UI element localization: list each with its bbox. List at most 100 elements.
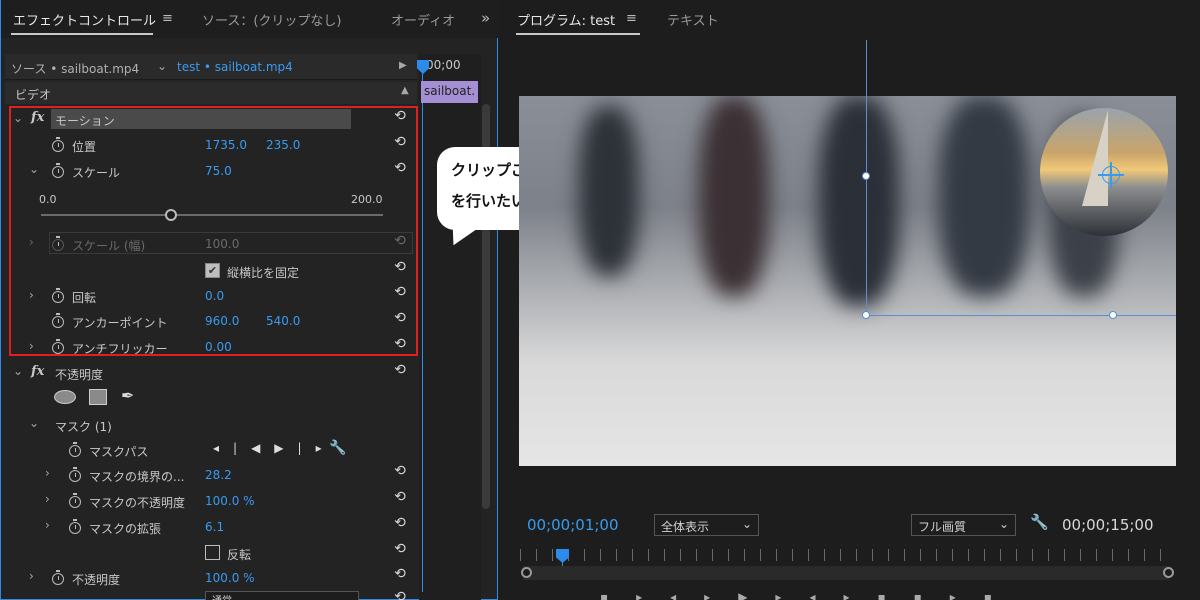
reset-icon[interactable]: ⟲ <box>391 310 409 326</box>
sequence-clip-label[interactable]: test • sailboat.mp4 <box>177 60 293 74</box>
zoom-scroll-bar[interactable] <box>523 566 1169 580</box>
anchor-crosshair-icon[interactable] <box>1098 162 1124 188</box>
transform-handle[interactable] <box>862 172 870 180</box>
wrench-icon[interactable]: 🔧 <box>1030 513 1049 531</box>
stopwatch-icon[interactable] <box>69 442 81 457</box>
antiflicker-expand-chevron-icon[interactable]: › <box>29 339 34 353</box>
panel-menu-icon[interactable]: ≡ <box>162 11 173 26</box>
play-only-clip-icon[interactable]: ▶ <box>399 60 407 71</box>
zoom-handle-right[interactable] <box>1163 567 1174 578</box>
stopwatch-icon[interactable] <box>52 163 64 178</box>
reset-icon[interactable]: ⟲ <box>391 134 409 150</box>
opacity-value[interactable]: 100.0 % <box>205 571 255 585</box>
mask-opacity-expand-chevron-icon[interactable]: › <box>45 492 50 506</box>
transform-handle[interactable] <box>1109 311 1117 319</box>
reset-icon[interactable]: ⟲ <box>391 489 409 505</box>
reset-icon[interactable]: ⟲ <box>391 515 409 531</box>
scale-label: スケール <box>72 166 121 180</box>
clip-chip[interactable]: sailboat. <box>421 81 478 103</box>
chevron-down-icon[interactable]: ⌄ <box>157 59 167 73</box>
stopwatch-icon[interactable] <box>69 467 81 482</box>
ellipse-mask-icon[interactable] <box>54 390 76 404</box>
time-ruler[interactable] <box>520 549 1170 561</box>
stopwatch-icon[interactable] <box>52 137 64 152</box>
inverted-checkbox[interactable] <box>205 545 220 560</box>
mask-feather-value[interactable]: 28.2 <box>205 468 232 482</box>
tab-program[interactable]: プログラム: test <box>517 10 615 29</box>
reset-icon[interactable]: ⟲ <box>391 336 409 352</box>
blurred-figure <box>819 96 899 306</box>
rectangle-mask-icon[interactable] <box>89 389 107 405</box>
reset-icon[interactable]: ⟲ <box>391 284 409 300</box>
antiflicker-label: アンチフリッカー <box>72 342 168 356</box>
mask-opacity-value[interactable]: 100.0 % <box>205 494 255 508</box>
chevron-down-icon: ⌄ <box>741 517 752 531</box>
position-x-value[interactable]: 1735.0 <box>205 138 247 152</box>
tab-effect-controls[interactable]: エフェクトコントロール <box>13 10 156 29</box>
mask-expansion-label: マスクの拡張 <box>89 522 162 536</box>
tab-source[interactable]: ソース：(クリップなし) <box>202 10 342 29</box>
bounding-box-bottom[interactable] <box>866 315 1176 316</box>
mask-track-controls[interactable]: ◂|◀▶|▸ <box>213 441 336 455</box>
quality-dropdown[interactable]: フル画質 ⌄ <box>911 514 1016 536</box>
anchor-y-value[interactable]: 540.0 <box>266 314 300 328</box>
antiflicker-value[interactable]: 0.00 <box>205 340 232 354</box>
reset-icon[interactable]: ⟲ <box>391 160 409 176</box>
reset-icon[interactable]: ⟲ <box>391 463 409 479</box>
reset-icon[interactable]: ⟲ <box>391 259 409 275</box>
stopwatch-icon[interactable] <box>52 570 64 585</box>
transport-controls[interactable]: ▪▸◂▸▶▸◂▸▪▪▸▪ <box>600 590 1160 600</box>
reset-icon[interactable]: ⟲ <box>391 108 409 124</box>
mask-expansion-value[interactable]: 6.1 <box>205 520 224 534</box>
stopwatch-icon[interactable] <box>52 339 64 354</box>
stopwatch-icon[interactable] <box>52 288 64 303</box>
rotation-value[interactable]: 0.0 <box>205 289 224 303</box>
reset-icon: ⟲ <box>394 233 406 249</box>
blend-mode-dropdown[interactable]: 通常 <box>205 591 359 600</box>
mask-expansion-expand-chevron-icon[interactable]: › <box>45 518 50 532</box>
wrench-icon[interactable]: 🔧 <box>329 440 346 456</box>
fx-icon[interactable]: fx <box>31 110 44 125</box>
motion-label: モーション <box>55 114 115 128</box>
scale-slider-track[interactable] <box>41 214 383 216</box>
motion-expand-chevron-icon[interactable]: ⌄ <box>13 111 23 125</box>
collapse-up-icon[interactable]: ▲ <box>401 85 409 96</box>
scale-value[interactable]: 75.0 <box>205 164 232 178</box>
scale-expand-chevron-icon[interactable]: ⌄ <box>29 162 39 176</box>
opacity-expand-chevron-icon[interactable]: ⌄ <box>13 364 23 378</box>
scale-width-expand-chevron-icon[interactable]: › <box>29 235 34 249</box>
opacity-value-expand-chevron-icon[interactable]: › <box>29 569 34 583</box>
mask-feather-expand-chevron-icon[interactable]: › <box>45 466 50 480</box>
anchor-point-label: アンカーポイント <box>72 316 168 330</box>
fx-icon[interactable]: fx <box>31 364 44 379</box>
program-menu-icon[interactable]: ≡ <box>626 11 637 26</box>
panel-overflow-icon[interactable]: » <box>481 9 490 27</box>
opacity-effect-label: 不透明度 <box>55 368 104 382</box>
position-y-value[interactable]: 235.0 <box>266 138 300 152</box>
anchor-x-value[interactable]: 960.0 <box>205 314 239 328</box>
transform-handle[interactable] <box>862 311 870 319</box>
uniform-scale-checkbox[interactable]: ✔ <box>205 263 220 278</box>
stopwatch-icon[interactable] <box>52 313 64 328</box>
zoom-handle-left[interactable] <box>521 567 532 578</box>
effect-timeline[interactable] <box>419 54 481 600</box>
reset-icon[interactable]: ⟲ <box>391 362 409 378</box>
pen-mask-icon[interactable]: ✒ <box>121 386 134 405</box>
fit-dropdown[interactable]: 全体表示 ⌄ <box>654 514 759 536</box>
tab-text[interactable]: テキスト <box>667 10 719 29</box>
reset-icon[interactable]: ⟲ <box>391 541 409 557</box>
current-timecode[interactable]: 00;00;01;00 <box>527 516 619 534</box>
stopwatch-icon[interactable] <box>69 493 81 508</box>
video-section-label: ビデオ <box>15 88 52 102</box>
scale-width-label: スケール (幅) <box>72 239 146 253</box>
stopwatch-icon[interactable] <box>69 519 81 534</box>
rotation-expand-chevron-icon[interactable]: › <box>29 288 34 302</box>
reset-icon[interactable]: ⟲ <box>391 589 409 600</box>
effect-controls-panel: エフェクトコントロール ≡ ソース：(クリップなし) オーディオ » ソース •… <box>0 0 499 600</box>
tab-audio[interactable]: オーディオ <box>391 10 455 29</box>
mask-expand-chevron-icon[interactable]: ⌄ <box>29 416 39 430</box>
duration-timecode: 00;00;15;00 <box>1062 516 1154 534</box>
reset-icon[interactable]: ⟲ <box>391 566 409 582</box>
source-clip-label: ソース • sailboat.mp4 <box>11 62 140 76</box>
scale-slider-knob[interactable] <box>165 209 177 221</box>
